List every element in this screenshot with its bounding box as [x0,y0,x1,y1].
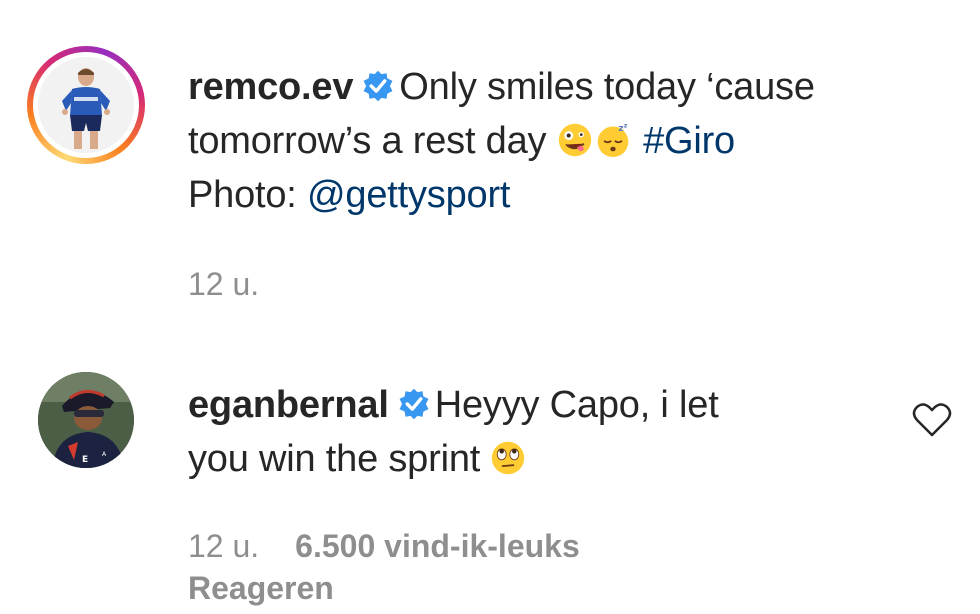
reply-button[interactable]: Reageren [188,570,334,606]
username-remco[interactable]: remco.ev [188,66,353,108]
sleeping-face-emoji: z z [597,122,629,158]
username-egan[interactable]: eganbernal [188,384,389,426]
avatar-egan[interactable]: E A [38,372,134,468]
verified-badge-icon [363,70,393,102]
eye-roll-emoji [492,441,525,475]
caption-line-1: Only smiles today ‘cause [399,66,815,108]
post-caption: remco.ev Only smiles today ‘cause tomorr… [0,0,980,340]
svg-text:z: z [624,122,628,129]
post-time[interactable]: 12 u. [188,266,259,302]
mention-gettysport[interactable]: @gettysport [307,174,510,216]
hashtag-giro[interactable]: #Giro [643,120,735,162]
caption-line-2: tomorrow’s a rest day [188,120,547,162]
comment-line-2: you win the sprint [188,438,481,480]
comment-reply-row: Reageren [188,568,334,608]
post-timestamp: 12 u. [188,264,259,304]
verified-badge-icon [399,388,429,420]
cyclist-photo [38,57,134,153]
svg-text:E: E [82,455,88,465]
cyclist-avatar-photo: E A [38,372,134,468]
story-ring-avatar[interactable] [27,46,145,164]
svg-text:z: z [618,124,623,134]
avatar-remco [38,57,134,153]
heart-outline-icon[interactable] [912,402,952,438]
photo-credit-label: Photo: [188,174,297,216]
comment-likes-count[interactable]: 6.500 vind-ik-leuks [295,528,580,564]
zany-face-emoji [558,123,591,157]
comment-meta: 12 u. 6.500 vind-ik-leuks [188,526,580,566]
comment-text: eganbernal Heyyy Capo, i let you win the… [188,378,928,486]
caption-text: remco.ev Only smiles today ‘cause tomorr… [188,60,928,222]
comment-time[interactable]: 12 u. [188,528,259,564]
comment-line-1: Heyyy Capo, i let [434,384,719,426]
